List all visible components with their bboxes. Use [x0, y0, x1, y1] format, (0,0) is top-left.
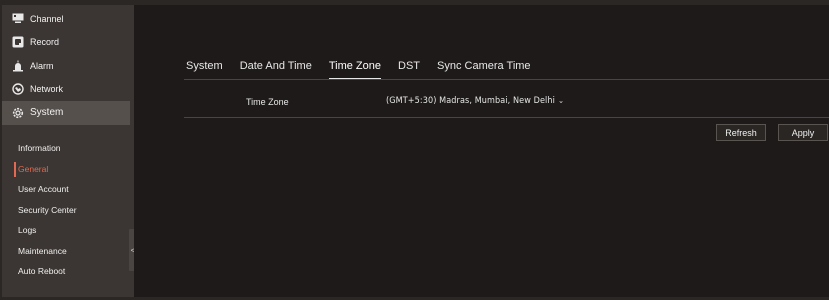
menu-item-channel[interactable]: Channel — [2, 7, 130, 31]
menu-item-label: Alarm — [30, 60, 54, 71]
menu-item-label: Network — [30, 84, 64, 95]
monitor-icon — [12, 13, 24, 25]
submenu-item-label: Logs — [18, 225, 37, 236]
submenu-item-label: User Account — [18, 184, 69, 195]
menu-item-network[interactable]: Network — [2, 78, 130, 102]
menu-item-label: System — [30, 107, 64, 119]
submenu-item-general[interactable]: General — [2, 159, 130, 180]
app-window: Channel Record Alarm Network System Info… — [0, 0, 829, 300]
time-zone-value: (GMT+5:30) Madras, Mumbai, New Delhi — [386, 96, 555, 106]
menu-item-label: Record — [30, 37, 60, 48]
menu-item-record[interactable]: Record — [2, 31, 130, 55]
submenu-item-information[interactable]: Information — [2, 138, 130, 159]
submenu-item-logs[interactable]: Logs — [2, 220, 130, 241]
menu-item-alarm[interactable]: Alarm — [2, 54, 130, 78]
submenu-item-label: Information — [18, 143, 61, 154]
tab-dst[interactable]: DST — [398, 60, 420, 72]
submenu-item-user-account[interactable]: User Account — [2, 179, 130, 200]
system-submenu: Information General User Account Securit… — [2, 138, 130, 282]
time-zone-select[interactable]: (GMT+5:30) Madras, Mumbai, New Delhi ⌄ — [386, 96, 564, 106]
tab-divider — [184, 79, 829, 80]
record-icon — [12, 36, 24, 48]
tab-date-and-time[interactable]: Date And Time — [240, 60, 312, 72]
apply-button[interactable]: Apply — [778, 124, 828, 141]
tab-sync-camera-time[interactable]: Sync Camera Time — [437, 60, 531, 72]
row-divider — [184, 117, 829, 118]
tab-bar: System Date And Time Time Zone DST Sync … — [186, 60, 548, 80]
tab-system[interactable]: System — [186, 60, 223, 72]
alarm-icon — [12, 60, 24, 72]
submenu-item-label: Security Center — [18, 204, 77, 215]
tab-time-zone[interactable]: Time Zone — [328, 60, 382, 80]
submenu-item-maintenance[interactable]: Maintenance — [2, 241, 130, 262]
submenu-item-label: Auto Reboot — [18, 266, 66, 277]
gear-icon — [12, 107, 24, 119]
refresh-button[interactable]: Refresh — [716, 124, 766, 141]
sidebar: Channel Record Alarm Network System Info… — [2, 5, 134, 297]
menu-item-system[interactable]: System — [2, 101, 130, 125]
submenu-item-label: Maintenance — [18, 245, 67, 256]
submenu-item-security-center[interactable]: Security Center — [2, 200, 130, 221]
chevron-down-icon: ⌄ — [558, 96, 565, 105]
submenu-item-label: General — [18, 163, 49, 174]
main-content: System Date And Time Time Zone DST Sync … — [134, 5, 829, 297]
submenu-item-auto-reboot[interactable]: Auto Reboot — [2, 261, 130, 282]
menu-item-label: Channel — [30, 13, 64, 24]
main-menu: Channel Record Alarm Network System — [2, 7, 130, 125]
network-icon — [12, 83, 24, 95]
time-zone-label: Time Zone — [246, 97, 289, 107]
